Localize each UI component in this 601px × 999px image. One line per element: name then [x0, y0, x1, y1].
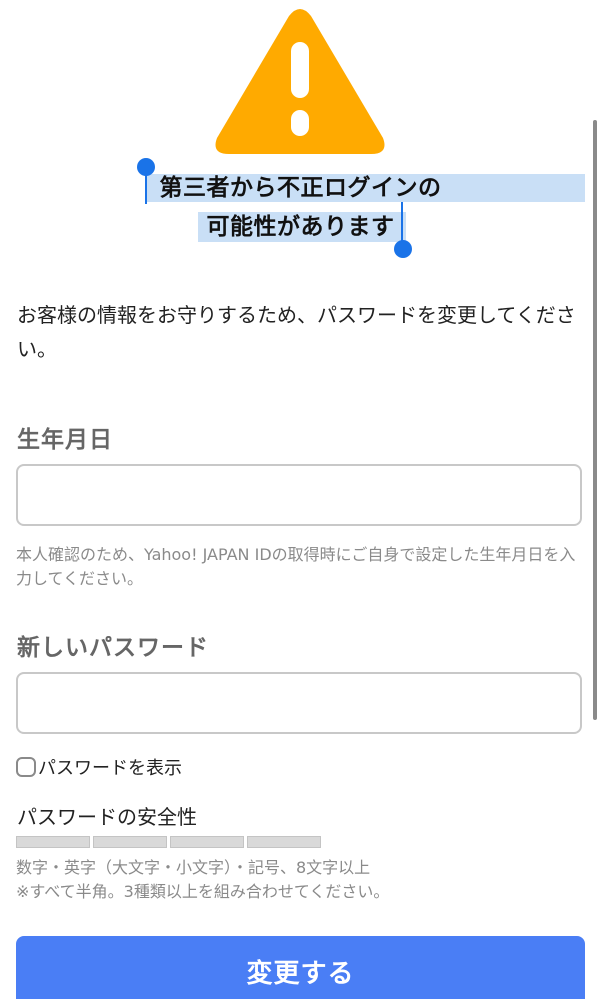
password-rules: 数字・英字（大文字・小文字）・記号、8文字以上 ※すべて半角。3種類以上を組み合…	[16, 856, 591, 904]
password-rules-line-1: 数字・英字（大文字・小文字）・記号、8文字以上	[16, 858, 371, 877]
scrollbar[interactable]	[593, 120, 597, 720]
password-change-page: 第三者から不正ログインの 可能性があります お客様の情報をお守りするため、パスワ…	[0, 0, 601, 999]
change-password-button[interactable]: 変更する	[16, 936, 585, 999]
new-password-label: 新しいパスワード	[17, 635, 209, 661]
selection-caret-start	[145, 174, 147, 204]
password-strength-title: パスワードの安全性	[17, 805, 197, 829]
selection-caret-end	[401, 202, 403, 242]
show-password-checkbox[interactable]	[16, 757, 36, 777]
show-password-label[interactable]: パスワードを表示	[38, 754, 182, 780]
password-strength-meter	[16, 836, 324, 848]
new-password-input[interactable]	[16, 672, 582, 734]
selection-start-handle[interactable]	[137, 158, 155, 176]
strength-segment	[16, 836, 90, 848]
alert-title: 第三者から不正ログインの 可能性があります	[0, 158, 601, 258]
birthdate-input[interactable]	[16, 464, 582, 526]
warning-triangle-icon	[215, 9, 385, 154]
birthdate-help-text: 本人確認のため、Yahoo! JAPAN IDの取得時にご自身で設定した生年月日…	[16, 545, 576, 588]
password-rules-line-2: ※すべて半角。3種類以上を組み合わせてください。	[16, 882, 390, 901]
alert-title-line-2: 可能性があります	[206, 214, 395, 240]
show-password-toggle[interactable]: パスワードを表示	[16, 754, 182, 780]
description-text: お客様の情報をお守りするため、パスワードを変更してください。	[17, 303, 576, 361]
strength-segment	[93, 836, 167, 848]
selection-end-handle[interactable]	[394, 240, 412, 258]
strength-segment	[247, 836, 321, 848]
alert-title-line-1: 第三者から不正ログインの	[159, 175, 442, 201]
strength-segment	[170, 836, 244, 848]
birthdate-label: 生年月日	[17, 427, 113, 453]
